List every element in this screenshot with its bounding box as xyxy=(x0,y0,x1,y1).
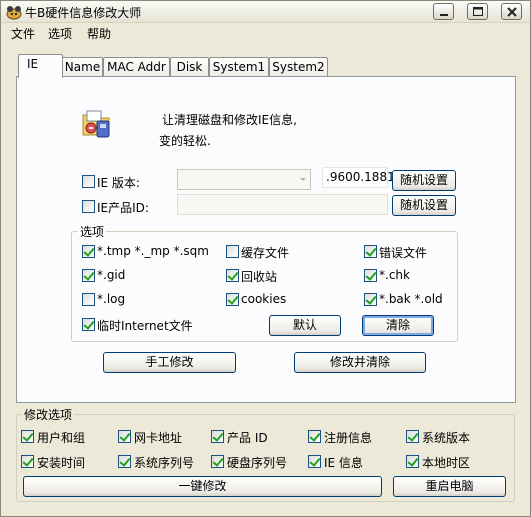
default-button[interactable]: 默认 xyxy=(269,315,341,336)
minimize-icon xyxy=(440,14,448,16)
menu-bar: 文件 选项 帮助 xyxy=(1,23,530,42)
option-log-checkbox[interactable] xyxy=(82,293,95,306)
option-gid-checkbox[interactable] xyxy=(82,269,95,282)
mod-timezone-label: 本地时区 xyxy=(422,456,471,470)
option-chk-label: *.chk xyxy=(379,268,410,282)
option-cache-checkbox[interactable] xyxy=(226,245,239,258)
modify-options-title: 修改选项 xyxy=(22,406,75,423)
manual-modify-button[interactable]: 手工修改 xyxy=(103,352,236,373)
option-log-label: *.log xyxy=(97,292,126,306)
mod-ie-info-checkbox[interactable] xyxy=(308,455,321,468)
option-bak-checkbox[interactable] xyxy=(364,293,377,306)
ie-product-id-label: IE产品ID: xyxy=(97,201,149,215)
mod-mac-address-label: 网卡地址 xyxy=(134,431,183,445)
ie-version-random-button[interactable]: 随机设置 xyxy=(392,170,456,191)
main-window: 牛B硬件信息修改大师 文件 选项 帮助 IE Name MAC Addr Dis… xyxy=(0,0,531,517)
mod-system-serial-label: 系统序列号 xyxy=(134,456,195,470)
title-bar[interactable]: 牛B硬件信息修改大师 xyxy=(1,1,530,23)
tab-name[interactable]: Name xyxy=(62,57,103,77)
mod-product-id-checkbox[interactable] xyxy=(211,430,224,443)
option-recycle-bin-label: 回收站 xyxy=(241,270,278,284)
option-gid-label: *.gid xyxy=(97,268,126,282)
close-icon xyxy=(507,7,517,17)
option-cookies-label: cookies xyxy=(241,292,287,306)
window-title: 牛B硬件信息修改大师 xyxy=(25,6,142,20)
option-error-files-label: 错误文件 xyxy=(379,246,428,260)
mod-disk-serial-checkbox[interactable] xyxy=(211,455,224,468)
option-recycle-bin-checkbox[interactable] xyxy=(226,269,239,282)
mod-registration-checkbox[interactable] xyxy=(308,430,321,443)
option-cache-label: 缓存文件 xyxy=(241,246,290,260)
tab-system2[interactable]: System2 xyxy=(269,57,328,77)
clear-button[interactable]: 清除 xyxy=(362,315,434,336)
mod-system-serial-checkbox[interactable] xyxy=(118,455,131,468)
ie-version-label: IE 版本: xyxy=(97,176,140,190)
tab-mac-addr[interactable]: MAC Addr xyxy=(103,57,170,77)
modify-and-clear-button[interactable]: 修改并清除 xyxy=(294,352,426,373)
tab-system1[interactable]: System1 xyxy=(209,57,269,77)
maximize-icon xyxy=(473,7,483,16)
menu-file[interactable]: 文件 xyxy=(11,25,35,42)
tab-control: IE Name MAC Addr Disk System1 System2 让清… xyxy=(16,54,516,403)
option-tmp-label: *.tmp *._mp *.sqm xyxy=(97,244,209,258)
intro-text-line1: 让清理磁盘和修改IE信息, xyxy=(162,113,297,127)
chevron-down-icon[interactable] xyxy=(295,169,311,190)
ie-tab-panel: 让清理磁盘和修改IE信息, 变的轻松. IE 版本: .9600.1881 随机… xyxy=(16,76,516,403)
restart-button[interactable]: 重启电脑 xyxy=(393,476,506,497)
mod-system-version-checkbox[interactable] xyxy=(406,430,419,443)
option-temp-internet-checkbox[interactable] xyxy=(82,318,95,331)
option-cookies-checkbox[interactable] xyxy=(226,293,239,306)
mod-users-groups-checkbox[interactable] xyxy=(21,430,34,443)
ie-product-id-field[interactable] xyxy=(177,194,388,215)
option-chk-checkbox[interactable] xyxy=(364,269,377,282)
mod-users-groups-label: 用户和组 xyxy=(37,431,86,445)
option-error-files-checkbox[interactable] xyxy=(364,245,377,258)
ie-version-value: .9600.1881 xyxy=(322,167,395,188)
option-tmp-checkbox[interactable] xyxy=(82,245,95,258)
mod-install-time-label: 安装时间 xyxy=(37,456,86,470)
folder-cleanup-icon xyxy=(81,107,115,141)
mod-system-version-label: 系统版本 xyxy=(422,431,471,445)
menu-options[interactable]: 选项 xyxy=(48,25,72,42)
mod-mac-address-checkbox[interactable] xyxy=(118,430,131,443)
menu-help[interactable]: 帮助 xyxy=(87,25,111,42)
tab-disk[interactable]: Disk xyxy=(170,57,209,77)
minimize-button[interactable] xyxy=(433,3,454,20)
mod-ie-info-label: IE 信息 xyxy=(324,456,363,470)
mod-product-id-label: 产品 ID xyxy=(227,431,268,445)
options-group-title: 选项 xyxy=(78,223,107,240)
mod-timezone-checkbox[interactable] xyxy=(406,455,419,468)
one-click-modify-button[interactable]: 一键修改 xyxy=(23,476,382,497)
tab-ie[interactable]: IE xyxy=(18,54,63,78)
mod-install-time-checkbox[interactable] xyxy=(21,455,34,468)
intro-text-line2: 变的轻松. xyxy=(159,134,211,148)
ie-product-id-checkbox[interactable] xyxy=(82,200,95,213)
cow-icon xyxy=(5,4,23,20)
ie-version-combo[interactable] xyxy=(177,169,311,190)
maximize-button[interactable] xyxy=(467,3,488,20)
option-temp-internet-label: 临时Internet文件 xyxy=(97,319,193,333)
close-button[interactable] xyxy=(501,3,522,20)
option-bak-label: *.bak *.old xyxy=(379,292,443,306)
ie-version-checkbox[interactable] xyxy=(82,175,95,188)
mod-disk-serial-label: 硬盘序列号 xyxy=(227,456,288,470)
ie-product-id-random-button[interactable]: 随机设置 xyxy=(392,195,456,216)
mod-registration-label: 注册信息 xyxy=(324,431,373,445)
